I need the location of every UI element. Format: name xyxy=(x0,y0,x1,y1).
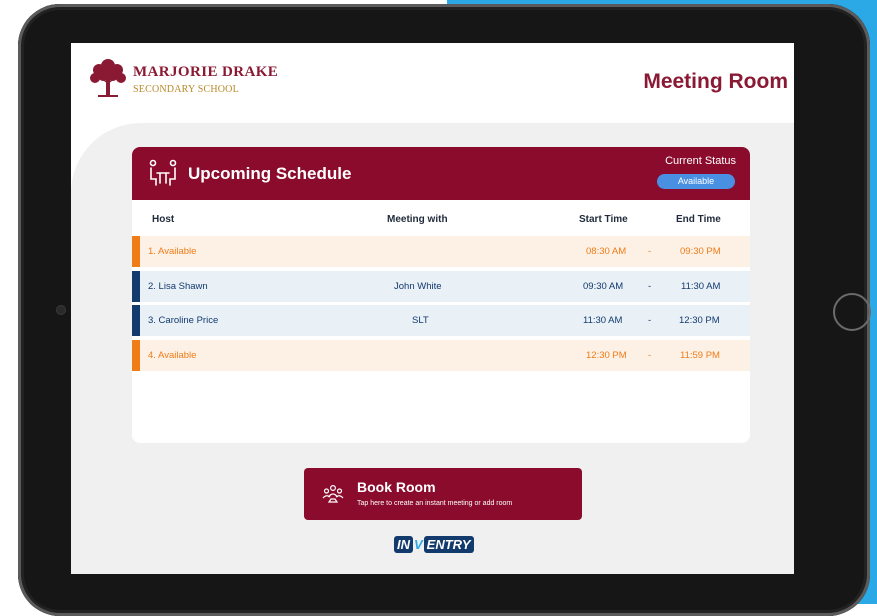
row-host: 1. Available xyxy=(148,246,197,257)
row-separator: - xyxy=(648,350,652,361)
row-status-bar xyxy=(132,305,140,336)
row-start-time: 09:30 AM xyxy=(583,281,624,292)
room-title: Meeting Room xyxy=(643,70,788,93)
home-button[interactable] xyxy=(833,293,871,331)
brand-part-v: V xyxy=(414,537,423,552)
book-room-title: Book Room xyxy=(357,479,436,495)
column-header-host: Host xyxy=(152,214,175,225)
row-end-time: 12:30 PM xyxy=(679,315,720,326)
row-separator: - xyxy=(648,315,652,326)
column-header-end-time: End Time xyxy=(676,214,721,225)
app-screen: MARJORIE DRAKE SECONDARY SCHOOL Meeting … xyxy=(71,43,794,574)
table-row[interactable]: 3. Caroline Price SLT 11:30 AM - 12:30 P… xyxy=(132,305,750,336)
school-name: MARJORIE DRAKE xyxy=(133,64,279,80)
row-separator: - xyxy=(648,281,652,292)
row-start-time: 12:30 PM xyxy=(586,350,627,361)
book-room-button[interactable]: Book Room Tap here to create an instant … xyxy=(304,468,582,520)
schedule-header: Upcoming Schedule Current Status Availab… xyxy=(132,147,750,200)
row-end-time: 11:30 AM xyxy=(681,281,721,292)
row-status-bar xyxy=(132,236,140,267)
row-start-time: 08:30 AM xyxy=(586,246,627,257)
book-room-subtitle: Tap here to create an instant meeting or… xyxy=(357,500,513,507)
school-subtitle: SECONDARY SCHOOL xyxy=(133,84,239,95)
row-start-time: 11:30 AM xyxy=(583,315,623,326)
meeting-people-icon xyxy=(149,159,177,186)
row-meeting-with: SLT xyxy=(412,315,429,326)
inventry-logo: IN V ENTRY xyxy=(394,536,474,554)
group-people-icon xyxy=(322,484,344,503)
brand-part-in: IN xyxy=(394,536,413,553)
row-host: 2. Lisa Shawn xyxy=(148,281,208,292)
row-host: 3. Caroline Price xyxy=(148,315,219,326)
row-meeting-with: John White xyxy=(394,281,442,292)
schedule-card: Upcoming Schedule Current Status Availab… xyxy=(132,147,750,443)
row-separator: - xyxy=(648,246,652,257)
table-row[interactable]: 1. Available 08:30 AM - 09:30 PM xyxy=(132,236,750,267)
table-row[interactable]: 4. Available 12:30 PM - 11:59 PM xyxy=(132,340,750,371)
row-status-bar xyxy=(132,271,140,302)
current-status-label: Current Status xyxy=(665,155,736,167)
row-host: 4. Available xyxy=(148,350,197,361)
schedule-title: Upcoming Schedule xyxy=(188,164,352,183)
row-end-time: 09:30 PM xyxy=(680,246,721,257)
camera-icon xyxy=(57,306,65,314)
status-badge: Available xyxy=(657,174,735,189)
table-row[interactable]: 2. Lisa Shawn John White 09:30 AM - 11:3… xyxy=(132,271,750,302)
column-header-meeting-with: Meeting with xyxy=(387,214,448,225)
row-end-time: 11:59 PM xyxy=(680,350,720,361)
column-header-start-time: Start Time xyxy=(579,214,628,225)
row-status-bar xyxy=(132,340,140,371)
brand-part-entry: ENTRY xyxy=(423,536,474,553)
tree-logo-icon xyxy=(90,59,126,97)
